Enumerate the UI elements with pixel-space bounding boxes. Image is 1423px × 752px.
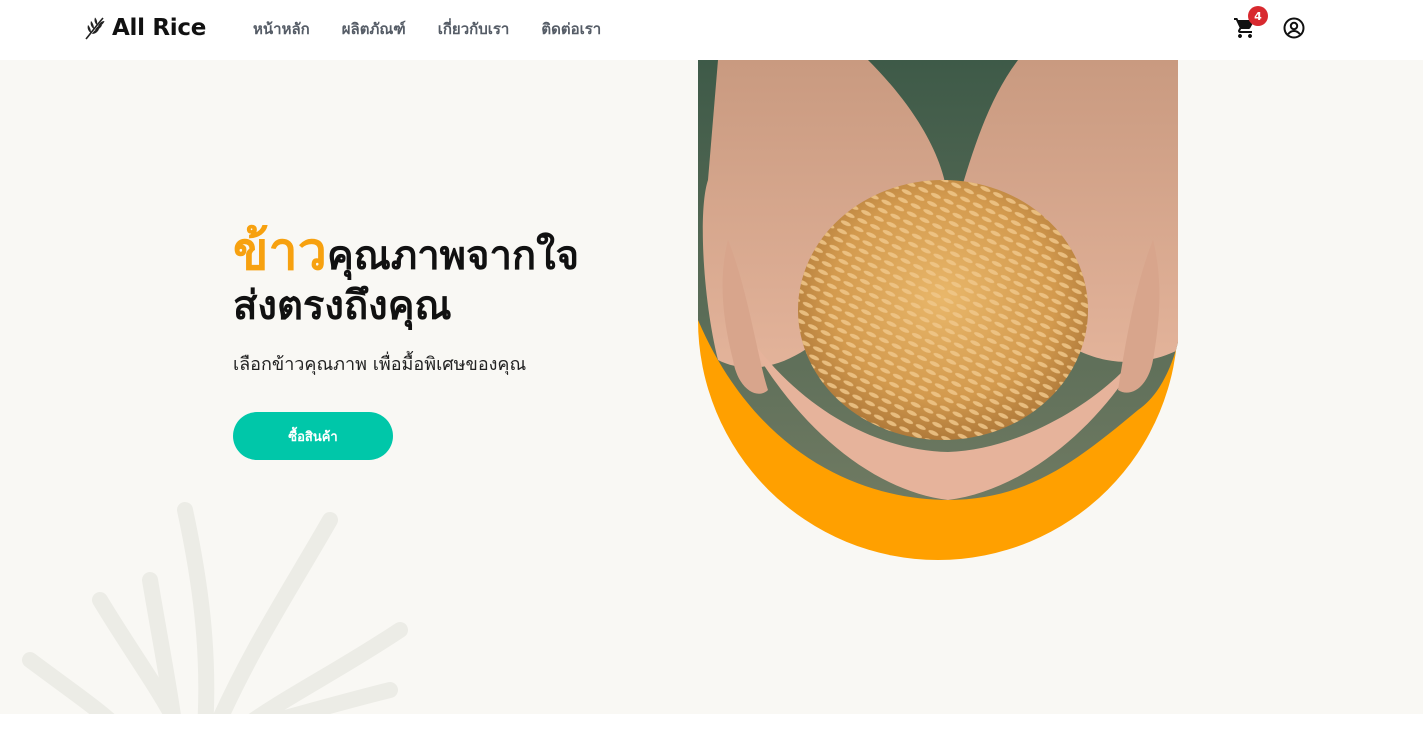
hero-headline: ข้าวคุณภาพจากใจ ส่งตรงถึงคุณ: [233, 222, 693, 332]
hands-holding-rice-photo: [698, 60, 1178, 500]
site-header: All Rice หน้าหลัก ผลิตภัณฑ์ เกี่ยวกับเรา…: [0, 0, 1423, 60]
main-nav: หน้าหลัก ผลิตภัณฑ์ เกี่ยวกับเรา ติดต่อเร…: [253, 17, 601, 41]
account-button[interactable]: [1282, 16, 1306, 40]
logo-text: All Rice: [112, 15, 207, 41]
nav-item-products[interactable]: ผลิตภัณฑ์: [342, 17, 406, 41]
headline-line-2: ส่งตรงถึงคุณ: [233, 283, 452, 329]
leaf-decoration-icon: [22, 502, 408, 714]
hero-image: [698, 60, 1178, 560]
headline-accent: ข้าว: [233, 222, 327, 282]
nav-item-home[interactable]: หน้าหลัก: [253, 17, 310, 41]
account-circle-icon: [1283, 17, 1305, 39]
logo[interactable]: All Rice: [82, 12, 206, 44]
buy-product-button[interactable]: ซื้อสินค้า: [233, 412, 393, 460]
headline-line-1: ข้าวคุณภาพจากใจ: [233, 222, 693, 286]
rice-stalk-icon: [85, 17, 105, 40]
cart-count-badge: 4: [1248, 6, 1268, 26]
hero-subtext: เลือกข้าวคุณภาพ เพื่อมื้อพิเศษของคุณ: [233, 354, 527, 375]
nav-item-contact[interactable]: ติดต่อเรา: [541, 17, 601, 41]
nav-item-about[interactable]: เกี่ยวกับเรา: [438, 17, 510, 41]
page-bottom-strip: [0, 714, 1423, 752]
headline-rest: คุณภาพจากใจ: [326, 233, 580, 279]
